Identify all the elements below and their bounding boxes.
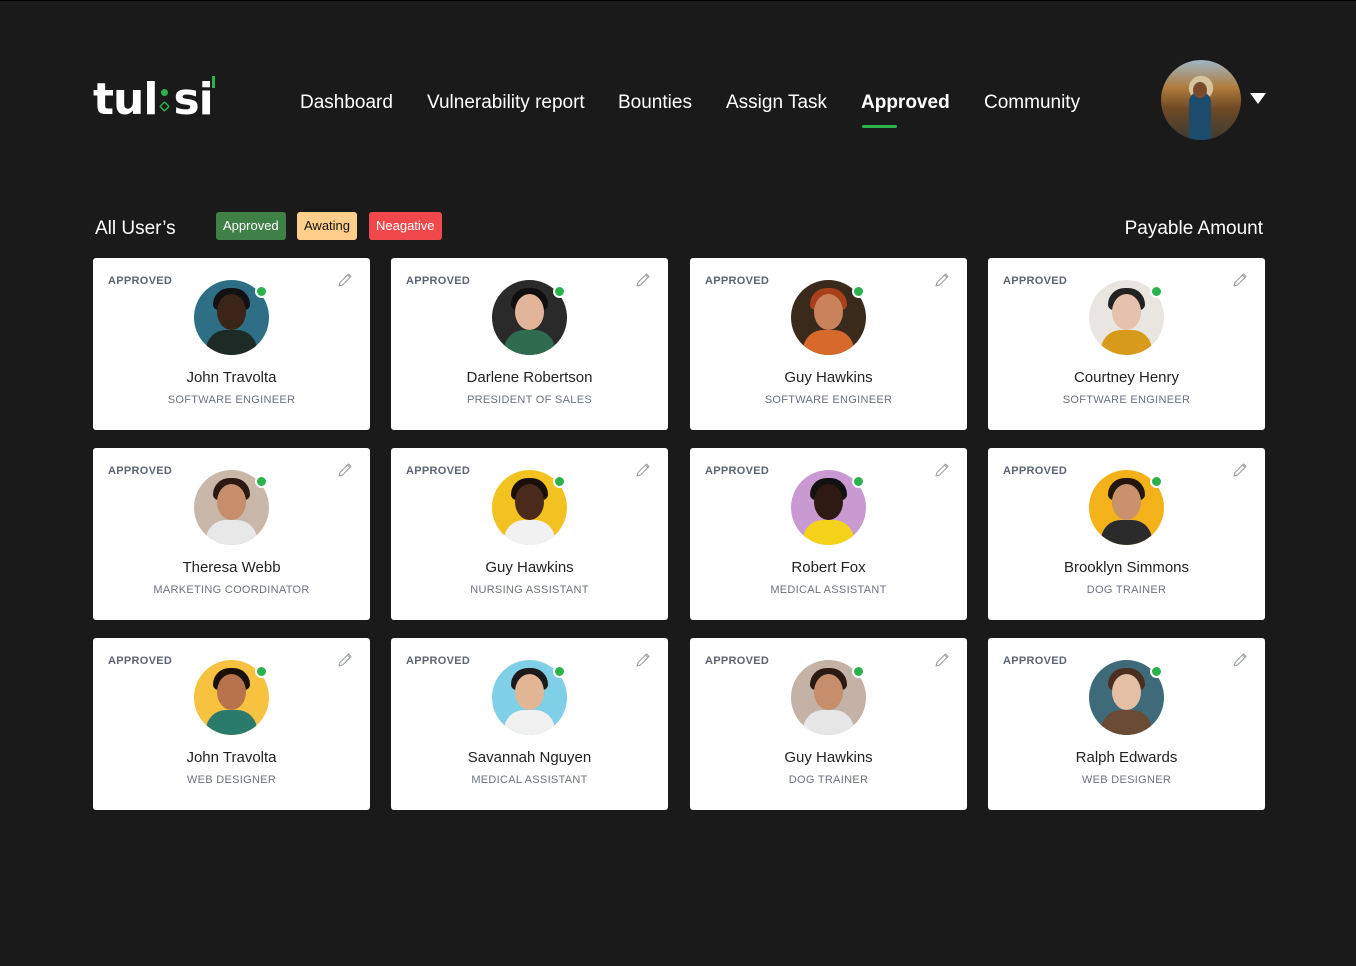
user-card[interactable]: APPROVED John Travolta WEB DESIGNER [93,638,370,810]
edit-pencil-icon[interactable] [1232,462,1248,478]
user-role: DOG TRAINER [788,774,869,786]
user-card[interactable]: APPROVED Ralph Edwards WEB DESIGNER [988,638,1265,810]
edit-pencil-icon[interactable] [934,652,950,668]
user-name: Darlene Robertson [466,369,593,386]
user-name: Courtney Henry [1073,369,1180,386]
online-status-dot [553,475,566,488]
chevron-down-icon[interactable] [1250,93,1266,104]
online-status-dot [553,665,566,678]
nav-approved[interactable]: Approved [861,92,950,114]
user-card[interactable]: APPROVED John Travolta SOFTWARE ENGINEER [93,258,370,430]
status-label: APPROVED [406,465,471,477]
user-role: SOFTWARE ENGINEER [1062,394,1191,406]
nav-assign-task[interactable]: Assign Task [726,92,827,114]
online-status-dot [1150,285,1163,298]
user-role: SOFTWARE ENGINEER [764,394,893,406]
user-name: Ralph Edwards [1075,749,1178,766]
logo[interactable]: tul si [93,73,215,125]
user-name: Theresa Webb [182,559,281,576]
user-name: John Travolta [186,749,277,766]
filter-awaiting-button[interactable]: Awating [297,212,358,240]
status-label: APPROVED [705,655,770,667]
user-role: SOFTWARE ENGINEER [167,394,296,406]
nav-vulnerability-report[interactable]: Vulnerability report [427,92,585,114]
user-name: Guy Hawkins [485,559,574,576]
user-name: Guy Hawkins [784,369,873,386]
edit-pencil-icon[interactable] [337,462,353,478]
nav-active-indicator [862,125,897,128]
user-card[interactable]: APPROVED Brooklyn Simmons DOG TRAINER [988,448,1265,620]
edit-pencil-icon[interactable] [934,462,950,478]
online-status-dot [255,285,268,298]
user-role: WEB DESIGNER [1081,774,1172,786]
edit-pencil-icon[interactable] [337,652,353,668]
payable-amount-label: Payable Amount [1124,218,1263,239]
logo-text-left: tul [93,73,158,125]
user-role: MEDICAL ASSISTANT [471,774,588,786]
online-status-dot [553,285,566,298]
section-title: All User’s [95,218,176,239]
user-name: Savannah Nguyen [467,749,592,766]
status-label: APPROVED [108,465,173,477]
online-status-dot [852,285,865,298]
status-label: APPROVED [1003,465,1068,477]
user-role: WEB DESIGNER [186,774,277,786]
user-card[interactable]: APPROVED Guy Hawkins SOFTWARE ENGINEER [690,258,967,430]
status-label: APPROVED [108,275,173,287]
status-label: APPROVED [108,655,173,667]
user-avatar[interactable] [1161,60,1241,140]
edit-pencil-icon[interactable] [1232,272,1248,288]
user-role: NURSING ASSISTANT [470,584,589,596]
logo-mark-icon [158,79,172,119]
user-name: Robert Fox [791,559,866,576]
user-name: Brooklyn Simmons [1063,559,1190,576]
edit-pencil-icon[interactable] [635,272,651,288]
online-status-dot [1150,665,1163,678]
online-status-dot [255,475,268,488]
edit-pencil-icon[interactable] [635,462,651,478]
online-status-dot [255,665,268,678]
status-label: APPROVED [406,275,471,287]
nav-dashboard[interactable]: Dashboard [300,92,393,114]
user-name: John Travolta [186,369,277,386]
user-role: DOG TRAINER [1086,584,1167,596]
user-card[interactable]: APPROVED Courtney Henry SOFTWARE ENGINEER [988,258,1265,430]
filter-negative-button[interactable]: Neagative [369,212,442,240]
user-card[interactable]: APPROVED Guy Hawkins DOG TRAINER [690,638,967,810]
nav-community[interactable]: Community [984,92,1080,114]
edit-pencil-icon[interactable] [934,272,950,288]
logo-antenna-icon [211,75,215,88]
status-label: APPROVED [1003,655,1068,667]
nav-bounties[interactable]: Bounties [618,92,692,114]
user-role: MEDICAL ASSISTANT [770,584,887,596]
online-status-dot [1150,475,1163,488]
filter-approved-button[interactable]: Approved [216,212,286,240]
online-status-dot [852,475,865,488]
user-card[interactable]: APPROVED Robert Fox MEDICAL ASSISTANT [690,448,967,620]
user-role: MARKETING COORDINATOR [153,584,310,596]
edit-pencil-icon[interactable] [1232,652,1248,668]
status-label: APPROVED [1003,275,1068,287]
user-card[interactable]: APPROVED Guy Hawkins NURSING ASSISTANT [391,448,668,620]
top-border [0,0,1356,1]
edit-pencil-icon[interactable] [635,652,651,668]
status-label: APPROVED [406,655,471,667]
user-role: PRESIDENT OF SALES [466,394,592,406]
online-status-dot [852,665,865,678]
logo-text-right: si [173,73,215,125]
edit-pencil-icon[interactable] [337,272,353,288]
status-label: APPROVED [705,275,770,287]
user-card[interactable]: APPROVED Theresa Webb MARKETING COORDINATO… [93,448,370,620]
status-label: APPROVED [705,465,770,477]
user-card[interactable]: APPROVED Savannah Nguyen MEDICAL ASSISTANT [391,638,668,810]
user-card[interactable]: APPROVED Darlene Robertson PRESIDENT OF SA… [391,258,668,430]
user-name: Guy Hawkins [784,749,873,766]
